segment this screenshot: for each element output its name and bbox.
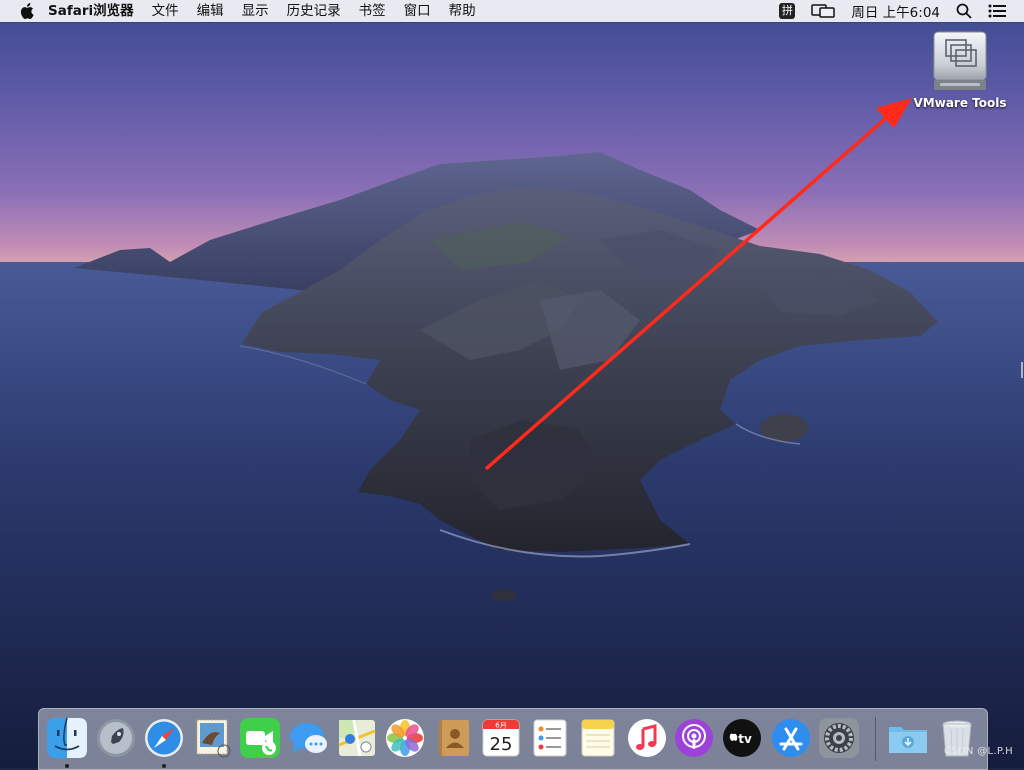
spotlight-button[interactable]: [948, 0, 980, 22]
video-camera-icon: [240, 718, 280, 758]
watermark: CSDN @L.P.H: [944, 746, 1013, 757]
menu-help[interactable]: 帮助: [440, 0, 485, 22]
dock-reminders[interactable]: [529, 717, 571, 759]
desktop-icon-vmware-tools[interactable]: VMware Tools: [908, 30, 1012, 110]
dock-podcasts[interactable]: [673, 717, 715, 759]
app-menu-safari[interactable]: Safari浏览器: [40, 0, 143, 22]
menu-bookmarks[interactable]: 书签: [350, 0, 395, 22]
rocket-icon: [97, 719, 135, 757]
music-note-icon: [628, 719, 666, 757]
desktop-wallpaper: [0, 0, 1024, 768]
airplay-display-icon: [811, 4, 836, 18]
dock-divider: [875, 717, 876, 761]
contacts-book-icon: [439, 720, 469, 756]
podcast-icon: [675, 719, 713, 757]
dock-maps[interactable]: [336, 717, 378, 759]
notification-center-button[interactable]: [980, 0, 1014, 22]
calendar-day: 25: [490, 734, 513, 755]
mail-stamp-icon: [196, 719, 231, 758]
dock-facetime[interactable]: [239, 717, 281, 759]
menu-window[interactable]: 窗口: [395, 0, 440, 22]
input-method-status[interactable]: 拼: [771, 0, 803, 22]
downloads-folder-icon: [889, 727, 927, 753]
running-indicator: [162, 764, 166, 768]
dock-calendar[interactable]: 6月 25: [480, 717, 522, 759]
dock-photos[interactable]: [384, 717, 426, 759]
menu-history[interactable]: 历史记录: [278, 0, 350, 22]
clock-text: 周日 上午6:04: [851, 5, 940, 21]
dock-messages[interactable]: [288, 717, 330, 759]
dock-launchpad[interactable]: [95, 717, 137, 759]
dock-apple-tv[interactable]: tv: [721, 717, 763, 759]
input-method-icon: 拼: [779, 3, 796, 19]
dock-music[interactable]: [626, 717, 668, 759]
dock-notes[interactable]: [577, 717, 619, 759]
display-status[interactable]: [803, 0, 843, 22]
menu-bar: Safari浏览器 文件 编辑 显示 历史记录 书签 窗口 帮助 拼 周日 上午…: [0, 0, 1024, 22]
app-store-icon: [772, 719, 810, 757]
notepad-icon: [581, 719, 615, 757]
photos-flower-icon: [386, 719, 424, 757]
finder-icon: [47, 717, 87, 758]
dock-downloads[interactable]: [887, 717, 929, 759]
clock-status[interactable]: 周日 上午6:04: [843, 0, 948, 22]
menu-file[interactable]: 文件: [143, 0, 188, 22]
compass-icon: [145, 719, 183, 757]
apple-menu-icon[interactable]: [20, 3, 34, 19]
checklist-icon: [533, 719, 567, 757]
dock-safari[interactable]: [143, 717, 185, 768]
dock-contacts[interactable]: [433, 717, 475, 759]
list-icon: [988, 4, 1006, 18]
map-icon: [338, 719, 376, 757]
calendar-month: 6月: [495, 722, 506, 730]
dock: 6月 25 tv: [38, 708, 988, 770]
dock-system-preferences[interactable]: [818, 717, 860, 759]
gear-icon: [819, 718, 859, 758]
menu-edit[interactable]: 编辑: [188, 0, 233, 22]
drive-icon: [933, 31, 987, 90]
dock-mail[interactable]: [192, 717, 234, 759]
desktop-icon-label: VMware Tools: [913, 96, 1007, 110]
calendar-icon: 6月 25: [482, 719, 520, 757]
search-icon: [956, 3, 972, 19]
text-cursor-icon: [1021, 362, 1023, 378]
chat-bubble-icon: [290, 723, 327, 753]
tv-label: tv: [738, 732, 752, 746]
running-indicator: [65, 764, 69, 768]
menu-view[interactable]: 显示: [233, 0, 278, 22]
dock-finder[interactable]: [46, 717, 88, 768]
dock-app-store[interactable]: [770, 717, 812, 759]
apple-tv-icon: tv: [723, 719, 761, 757]
